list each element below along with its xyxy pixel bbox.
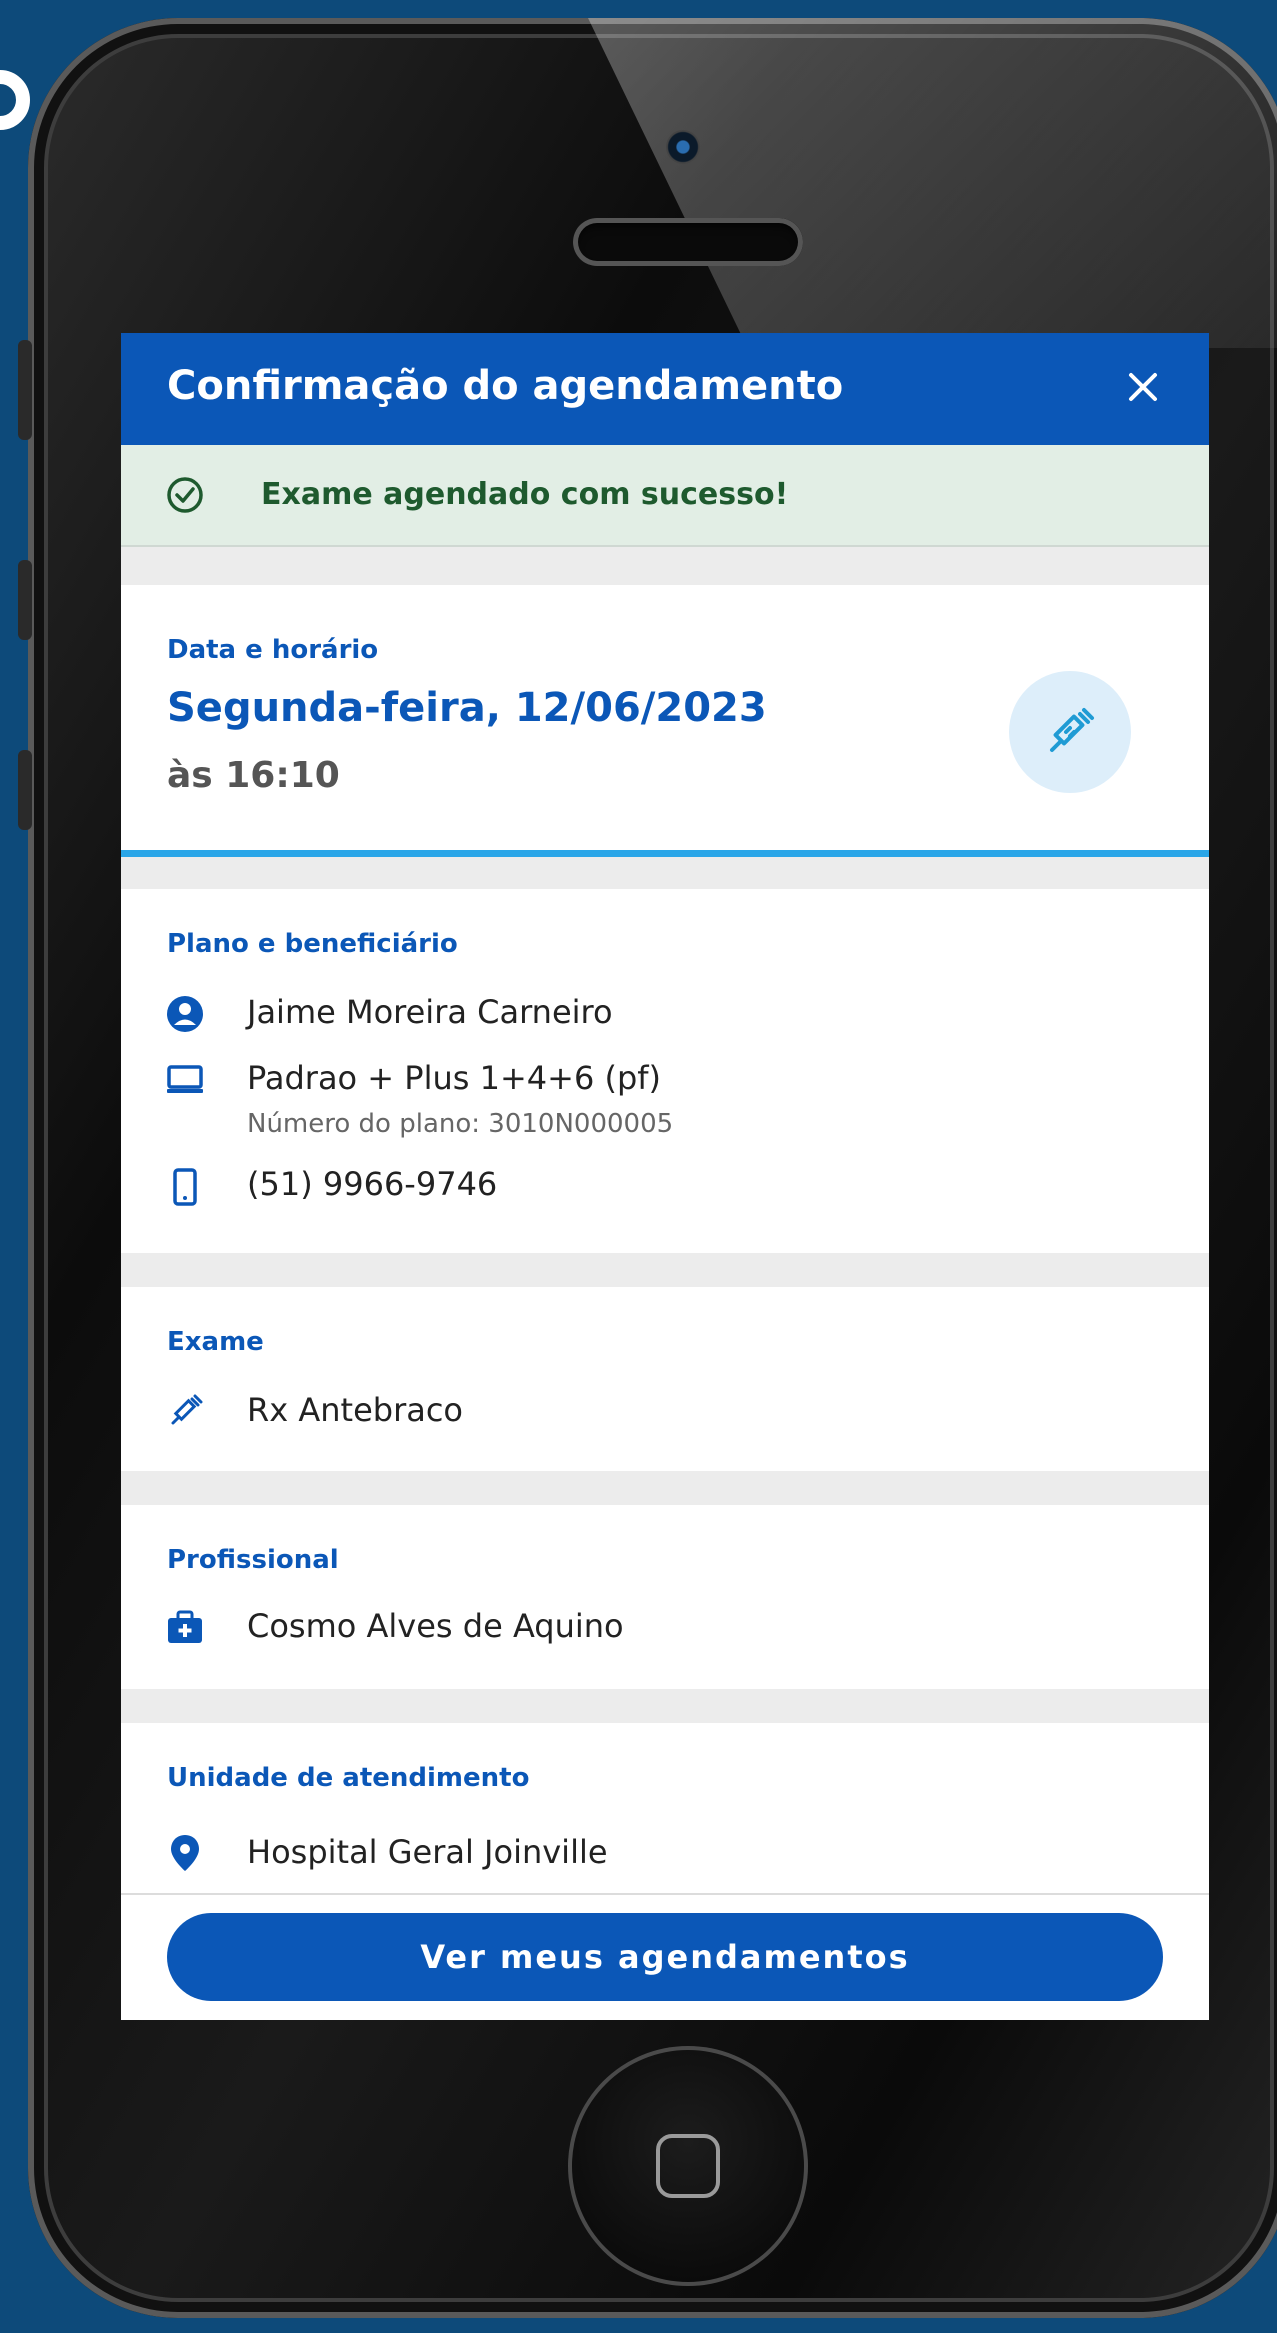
view-appointments-button[interactable]: Ver meus agendamentos: [167, 1913, 1163, 2001]
close-icon[interactable]: [1123, 367, 1163, 407]
phone-glass-reflection: [588, 18, 1277, 348]
volume-up-button: [18, 560, 32, 640]
mute-switch: [18, 340, 32, 440]
exam-type-badge: [1009, 671, 1131, 793]
professional-name: Cosmo Alves de Aquino: [247, 1607, 624, 1645]
background-glyph: [0, 70, 30, 130]
unit-label: Unidade de atendimento: [167, 1763, 530, 1793]
syringe-icon: [1050, 708, 1094, 752]
datetime-label: Data e horário: [167, 635, 379, 665]
datetime-accent-bar: [121, 850, 1209, 857]
dialog-header: Confirmação do agendamento: [121, 333, 1209, 445]
professional-card: Profissional Cosmo Alves de Aquino: [121, 1505, 1209, 1689]
check-circle-icon: [167, 477, 203, 513]
exam-card: Exame Rx Antebraco: [121, 1287, 1209, 1471]
plan-name: Padrao + Plus 1+4+6 (pf): [247, 1059, 662, 1097]
appointment-time: às 16:10: [167, 755, 340, 796]
volume-down-button: [18, 750, 32, 830]
success-message: Exame agendado com sucesso!: [261, 477, 789, 512]
medical-kit-icon: [168, 1610, 202, 1643]
appointment-date: Segunda-feira, 12/06/2023: [167, 685, 767, 731]
front-camera: [666, 130, 700, 164]
phone-icon: [173, 1168, 197, 1206]
unit-name: Hospital Geral Joinville: [247, 1833, 608, 1871]
home-button[interactable]: [568, 2046, 808, 2286]
app-screen: Confirmação do agendamento Exame agendad…: [121, 333, 1209, 2020]
footer-bar: Ver meus agendamentos: [121, 1893, 1209, 2020]
syringe-icon: [171, 1394, 203, 1425]
datetime-card: Data e horário Segunda-feira, 12/06/2023…: [121, 585, 1209, 857]
home-square-icon: [656, 2134, 720, 2198]
phone-number: (51) 9966-9746: [247, 1165, 498, 1203]
beneficiary-name: Jaime Moreira Carneiro: [247, 993, 613, 1031]
location-pin-icon: [171, 1835, 199, 1871]
earpiece-speaker: [573, 218, 803, 266]
plan-card: Plano e beneficiário Jaime Moreira Carne…: [121, 889, 1209, 1253]
plan-number: Número do plano: 3010N000005: [247, 1109, 674, 1139]
dialog-title: Confirmação do agendamento: [167, 363, 844, 409]
exam-name: Rx Antebraco: [247, 1391, 463, 1429]
success-banner: Exame agendado com sucesso!: [121, 445, 1209, 547]
card-icon: [167, 1065, 203, 1093]
professional-label: Profissional: [167, 1545, 339, 1575]
user-icon: [167, 996, 203, 1032]
exam-label: Exame: [167, 1327, 264, 1357]
plan-label: Plano e beneficiário: [167, 929, 458, 959]
